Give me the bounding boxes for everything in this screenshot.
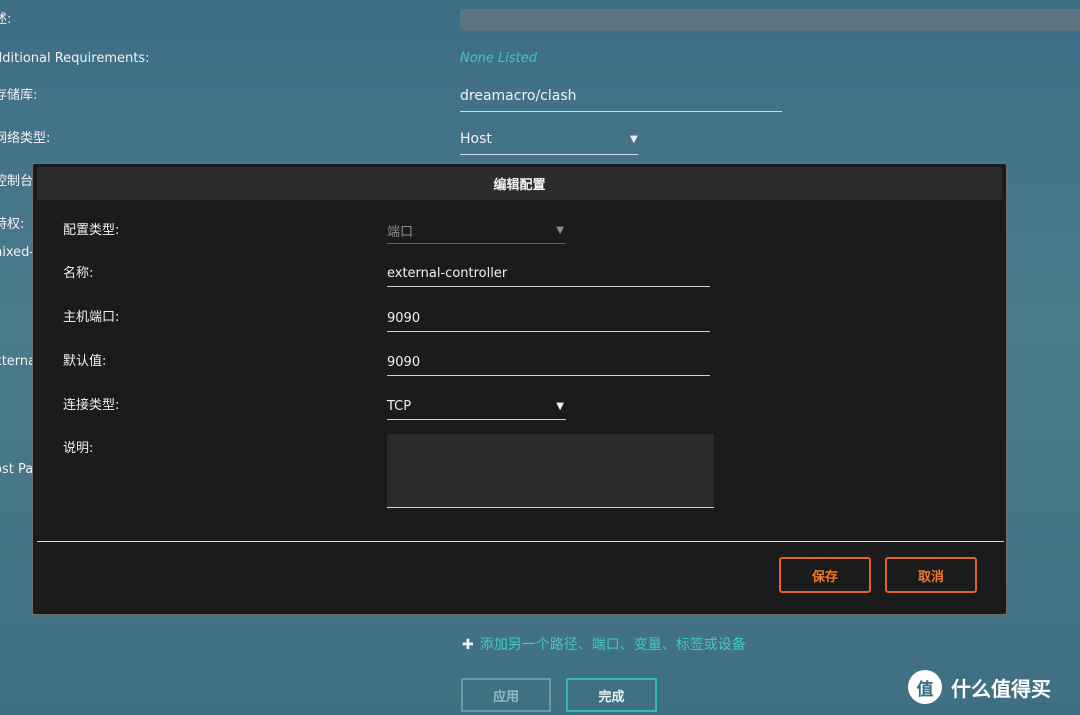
description-textarea[interactable] bbox=[387, 434, 714, 508]
default-value-label: 默认值: bbox=[63, 354, 107, 369]
config-type-value: 端口 bbox=[387, 225, 414, 240]
console-label: 控制台 bbox=[0, 174, 34, 189]
connection-type-value: TCP bbox=[387, 399, 412, 414]
repository-label: 存储库: bbox=[0, 88, 38, 103]
dialog-divider bbox=[37, 541, 1004, 542]
repository-value: dreamacro/clash bbox=[460, 88, 577, 104]
connection-type-select[interactable]: TCP ▼ bbox=[387, 394, 566, 420]
host-port-value: 9090 bbox=[387, 311, 421, 326]
config-type-select[interactable]: 端口 ▼ bbox=[387, 218, 566, 244]
dialog-title: 编辑配置 bbox=[37, 167, 1002, 200]
network-type-value: Host bbox=[460, 131, 492, 147]
host-port-label: 主机端口: bbox=[63, 310, 120, 325]
host-path-label: ost Pa bbox=[0, 462, 34, 477]
description-input[interactable] bbox=[460, 9, 1080, 31]
network-type-select[interactable]: Host bbox=[460, 131, 638, 155]
default-value-value: 9090 bbox=[387, 355, 421, 370]
privileged-label: 特权: bbox=[0, 217, 25, 232]
connection-type-label: 连接类型: bbox=[63, 398, 120, 413]
dropdown-arrow-icon: ▼ bbox=[556, 225, 564, 236]
edit-config-dialog: 编辑配置 配置类型: 端口 ▼ 名称: external-controller … bbox=[32, 163, 1007, 615]
watermark: 值 什么值得买 bbox=[908, 670, 1051, 704]
requirements-value: None Listed bbox=[460, 51, 538, 66]
description-label: 述: bbox=[0, 12, 12, 27]
mixed-port-label: nixed- bbox=[0, 245, 35, 260]
config-type-label: 配置类型: bbox=[63, 223, 120, 238]
description-label: 说明: bbox=[63, 441, 94, 456]
save-button[interactable]: 保存 bbox=[779, 557, 871, 593]
name-label: 名称: bbox=[63, 266, 94, 281]
additional-requirements-label: dditional Requirements: bbox=[0, 51, 150, 66]
watermark-text: 什么值得买 bbox=[951, 676, 1051, 701]
cancel-button[interactable]: 取消 bbox=[885, 557, 977, 593]
external-controller-label: xterna bbox=[0, 354, 37, 369]
name-input[interactable]: external-controller bbox=[387, 261, 710, 287]
dropdown-arrow-icon: ▼ bbox=[630, 134, 638, 145]
watermark-logo-icon: 值 bbox=[908, 670, 942, 704]
dropdown-arrow-icon: ▼ bbox=[556, 401, 564, 412]
done-button[interactable]: 完成 bbox=[566, 678, 657, 712]
repository-input[interactable]: dreamacro/clash bbox=[460, 88, 782, 112]
network-type-label: 网络类型: bbox=[0, 131, 51, 146]
add-item-label: 添加另一个路径、端口、变量、标签或设备 bbox=[479, 637, 746, 653]
plus-icon: ✚ bbox=[462, 637, 474, 653]
host-port-input[interactable]: 9090 bbox=[387, 306, 710, 332]
add-item-link[interactable]: ✚ 添加另一个路径、端口、变量、标签或设备 bbox=[462, 634, 746, 654]
name-value: external-controller bbox=[387, 266, 508, 281]
apply-button[interactable]: 应用 bbox=[461, 678, 551, 712]
default-value-input[interactable]: 9090 bbox=[387, 350, 710, 376]
